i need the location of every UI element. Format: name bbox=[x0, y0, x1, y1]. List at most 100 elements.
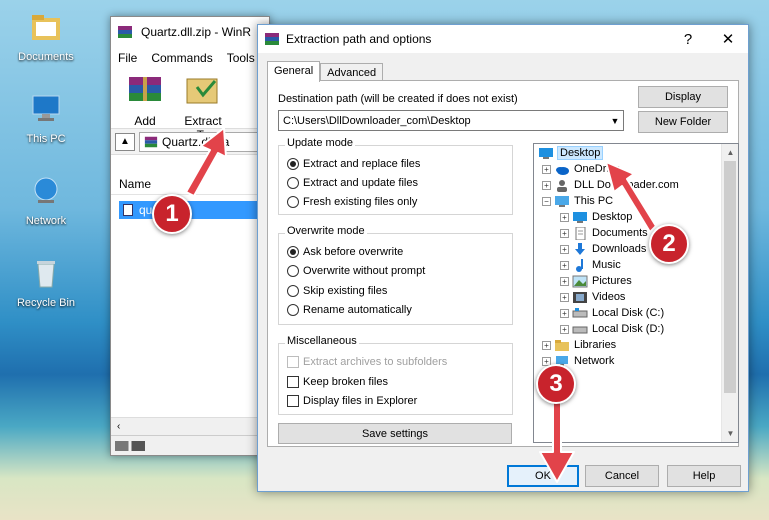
expand-icon[interactable]: + bbox=[560, 324, 569, 334]
drive-icon bbox=[572, 326, 588, 333]
miscellaneous-title: Miscellaneous bbox=[285, 335, 359, 347]
tree-item-this-pc[interactable]: − This PC bbox=[542, 193, 613, 209]
checkbox-display-in-explorer[interactable]: Display files in Explorer bbox=[287, 395, 417, 407]
up-folder-button[interactable]: ▲ bbox=[115, 132, 135, 151]
tree-item-videos[interactable]: + Videos bbox=[560, 289, 625, 305]
desktop-icon-this-pc[interactable]: This PC bbox=[6, 92, 86, 145]
option-label: Overwrite without prompt bbox=[303, 265, 426, 277]
extract-to-button[interactable]: Extract To bbox=[177, 73, 229, 142]
help-button[interactable]: Help bbox=[667, 465, 741, 487]
recycle-bin-icon bbox=[37, 261, 55, 288]
save-settings-button[interactable]: Save settings bbox=[278, 423, 512, 444]
step-badge-2: 2 bbox=[649, 224, 689, 264]
scroll-up-icon[interactable]: ▲ bbox=[722, 144, 738, 161]
scroll-thumb[interactable] bbox=[724, 161, 736, 393]
expand-icon[interactable]: + bbox=[542, 180, 551, 190]
checkbox-icon bbox=[287, 376, 299, 388]
checkbox-icon bbox=[287, 356, 299, 368]
tree-item-downloads[interactable]: + Downloads bbox=[560, 241, 646, 257]
desktop-icon bbox=[539, 147, 553, 159]
tree-item-pc-desktop[interactable]: + Desktop bbox=[560, 209, 632, 225]
collapse-icon[interactable]: − bbox=[542, 196, 551, 206]
radio-extract-update[interactable]: Extract and update files bbox=[287, 177, 418, 189]
checkbox-keep-broken-files[interactable]: Keep broken files bbox=[287, 376, 388, 388]
expand-icon[interactable]: + bbox=[560, 212, 569, 222]
desktop-icon-label: Network bbox=[25, 215, 67, 227]
radio-selected-icon bbox=[287, 246, 299, 258]
radio-extract-replace[interactable]: Extract and replace files bbox=[287, 158, 420, 170]
radio-icon bbox=[287, 177, 299, 189]
cancel-button[interactable]: Cancel bbox=[585, 465, 659, 487]
add-label: Add bbox=[134, 114, 156, 128]
tree-item-label: Downloads bbox=[592, 243, 647, 255]
checkbox-icon bbox=[287, 395, 299, 407]
update-mode-title: Update mode bbox=[285, 137, 356, 149]
scroll-down-icon[interactable]: ▼ bbox=[722, 425, 738, 442]
network-icon bbox=[34, 177, 58, 203]
chevron-down-icon[interactable]: ▼ bbox=[607, 111, 623, 130]
arrow-up-icon: ▲ bbox=[120, 136, 130, 147]
tree-item-user[interactable]: + DLL Downloader.com bbox=[542, 177, 679, 193]
radio-icon bbox=[287, 304, 299, 316]
destination-path-input[interactable]: C:\Users\DllDownloader_com\Desktop ▼ bbox=[278, 110, 624, 131]
tab-general[interactable]: General bbox=[267, 61, 321, 82]
tree-item-label: This PC bbox=[574, 195, 614, 207]
tree-item-libraries[interactable]: + Libraries bbox=[542, 337, 616, 353]
desktop-icon-documents[interactable]: Documents bbox=[6, 10, 86, 63]
status-bar bbox=[111, 435, 269, 455]
display-button[interactable]: Display bbox=[638, 86, 728, 108]
expand-icon[interactable]: + bbox=[560, 292, 569, 302]
radio-ask-before-overwrite[interactable]: Ask before overwrite bbox=[287, 246, 403, 258]
tree-item-label: Music bbox=[592, 259, 621, 271]
option-label: Rename automatically bbox=[303, 304, 412, 316]
drive-icon bbox=[572, 307, 588, 317]
desktop-icon-recycle-bin[interactable]: Recycle Bin bbox=[6, 256, 86, 309]
option-label: Extract archives to subfolders bbox=[303, 356, 448, 368]
menu-file[interactable]: File bbox=[111, 51, 144, 65]
tree-item-music[interactable]: + Music bbox=[560, 257, 621, 273]
radio-rename-automatically[interactable]: Rename automatically bbox=[287, 304, 412, 316]
tree-item-onedrive[interactable]: + OneDrive bbox=[542, 161, 620, 177]
winrar-app-icon bbox=[265, 33, 279, 45]
checkbox-extract-to-subfolders[interactable]: Extract archives to subfolders bbox=[287, 356, 447, 368]
help-title-button[interactable]: ? bbox=[668, 31, 708, 48]
menu-tools[interactable]: Tools bbox=[220, 51, 262, 65]
tree-item-documents[interactable]: + Documents bbox=[560, 225, 648, 241]
menu-commands[interactable]: Commands bbox=[144, 51, 219, 65]
tree-item-local-disk-c[interactable]: + Local Disk (C:) bbox=[560, 305, 664, 321]
tree-item-pictures[interactable]: + Pictures bbox=[560, 273, 632, 289]
expand-icon[interactable]: + bbox=[560, 308, 569, 318]
new-folder-button[interactable]: New Folder bbox=[638, 111, 728, 133]
expand-icon[interactable]: + bbox=[560, 260, 569, 270]
close-button[interactable]: ✕ bbox=[708, 30, 748, 48]
expand-icon[interactable]: + bbox=[542, 164, 551, 174]
extract-to-icon bbox=[186, 78, 218, 104]
tree-item-local-disk-d[interactable]: + Local Disk (D:) bbox=[560, 321, 664, 337]
radio-overwrite-without-prompt[interactable]: Overwrite without prompt bbox=[287, 265, 425, 277]
desktop-icon-network[interactable]: Network bbox=[6, 174, 86, 227]
dialog-title: Extraction path and options bbox=[286, 32, 432, 46]
expand-icon[interactable]: + bbox=[542, 340, 551, 350]
radio-skip-existing[interactable]: Skip existing files bbox=[287, 285, 387, 297]
tree-item-label: Documents bbox=[592, 227, 648, 239]
tree-item-desktop[interactable]: Desktop bbox=[538, 145, 604, 161]
expand-icon[interactable]: + bbox=[560, 228, 569, 238]
add-button[interactable]: Add bbox=[119, 73, 171, 128]
option-label: Ask before overwrite bbox=[303, 246, 404, 258]
radio-selected-icon bbox=[287, 158, 299, 170]
computer-icon bbox=[555, 195, 569, 207]
winrar-title: Quartz.dll.zip - WinR bbox=[141, 25, 252, 39]
tree-item-label: Desktop bbox=[592, 211, 633, 223]
expand-icon[interactable]: + bbox=[560, 276, 569, 286]
column-header-name[interactable]: Name bbox=[111, 173, 269, 195]
tree-scrollbar[interactable]: ▲ ▼ bbox=[721, 144, 738, 442]
radio-fresh-existing[interactable]: Fresh existing files only bbox=[287, 196, 417, 208]
expand-icon[interactable]: + bbox=[560, 244, 569, 254]
horizontal-scrollbar[interactable]: ‹ bbox=[111, 417, 269, 435]
option-label: Fresh existing files only bbox=[303, 196, 418, 208]
archive-path[interactable]: Quartz.dll.za bbox=[139, 131, 265, 152]
update-mode-group: Update mode Extract and replace files Ex… bbox=[278, 137, 513, 215]
tab-advanced[interactable]: Advanced bbox=[320, 63, 384, 81]
destination-path-value: C:\Users\DllDownloader_com\Desktop bbox=[283, 114, 471, 127]
ok-button[interactable]: OK bbox=[507, 465, 579, 487]
